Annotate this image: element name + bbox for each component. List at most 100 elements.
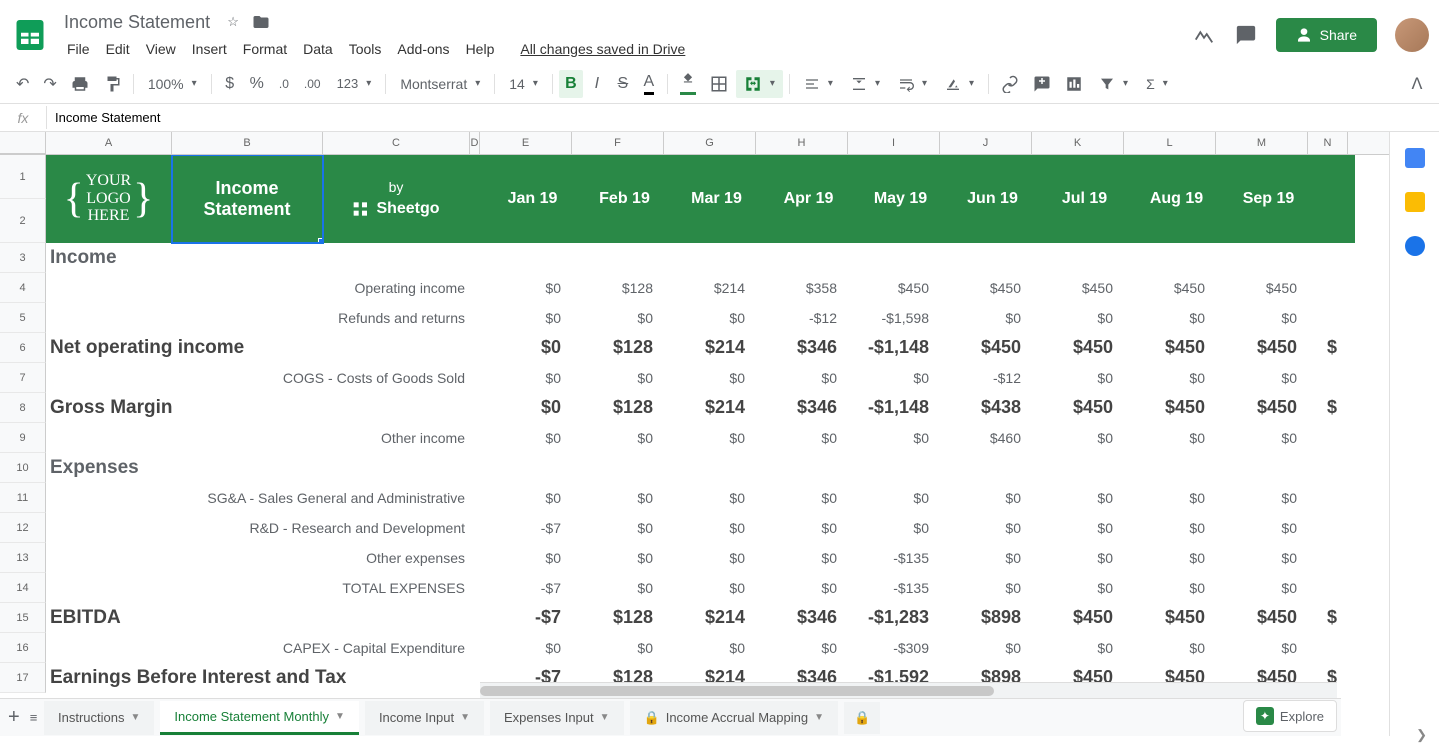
data-cell[interactable]: $0 (1124, 423, 1216, 453)
data-cell[interactable] (1124, 243, 1216, 273)
data-cell[interactable]: $0 (848, 363, 940, 393)
menu-file[interactable]: File (60, 37, 97, 61)
data-cell-overflow[interactable] (1308, 273, 1348, 303)
row-label[interactable]: Expenses (46, 453, 480, 483)
row-label[interactable]: SG&A - Sales General and Administrative (46, 483, 480, 513)
data-cell[interactable]: -$7 (480, 603, 572, 633)
data-cell[interactable]: $0 (664, 423, 756, 453)
data-cell[interactable]: $214 (664, 603, 756, 633)
data-cell[interactable]: $0 (1124, 303, 1216, 333)
undo-icon[interactable]: ↶ (10, 70, 35, 98)
row-label[interactable]: Operating income (46, 273, 480, 303)
cell-month-jun[interactable]: Jun 19 (947, 155, 1039, 243)
cell-income-statement-title[interactable]: Income Statement (172, 155, 323, 243)
data-cell[interactable]: $346 (756, 333, 848, 363)
rotate-button[interactable] (937, 70, 982, 98)
col-header-I[interactable]: I (848, 132, 940, 154)
data-cell[interactable]: $450 (1032, 333, 1124, 363)
decimal-decrease-icon[interactable]: .0 (272, 70, 296, 98)
data-cell[interactable]: $0 (480, 633, 572, 663)
data-cell[interactable]: $214 (664, 273, 756, 303)
data-cell[interactable]: -$12 (940, 363, 1032, 393)
row-header-1[interactable]: 1 (0, 155, 46, 199)
col-header-A[interactable]: A (46, 132, 172, 154)
data-cell[interactable]: $0 (1124, 483, 1216, 513)
text-color-button[interactable]: A (637, 70, 661, 98)
data-cell[interactable]: $438 (940, 393, 1032, 423)
sheet-tab[interactable]: Income Statement Monthly▼ (160, 701, 359, 735)
bold-button[interactable]: B (559, 70, 583, 98)
formula-input[interactable] (46, 106, 1439, 129)
data-cell[interactable]: $0 (480, 393, 572, 423)
data-cell[interactable]: -$1,598 (848, 303, 940, 333)
data-cell-overflow[interactable]: $ (1308, 393, 1348, 423)
data-cell[interactable]: $450 (940, 273, 1032, 303)
data-cell[interactable]: $0 (1124, 363, 1216, 393)
h-align-button[interactable] (796, 70, 841, 98)
row-header-11[interactable]: 11 (0, 483, 46, 513)
print-icon[interactable] (65, 70, 95, 98)
data-cell-overflow[interactable]: $ (1308, 333, 1348, 363)
data-cell[interactable]: $128 (572, 273, 664, 303)
font-size-dropdown[interactable]: 14 (501, 72, 546, 96)
merge-cells-button[interactable] (736, 70, 783, 98)
decimal-increase-icon[interactable]: .00 (298, 70, 327, 98)
data-cell[interactable]: $450 (848, 273, 940, 303)
data-cell[interactable]: $450 (940, 333, 1032, 363)
data-cell[interactable]: -$7 (480, 513, 572, 543)
more-formats-dropdown[interactable]: 123 (329, 72, 380, 95)
data-cell[interactable]: -$7 (480, 573, 572, 603)
data-cell[interactable]: $358 (756, 273, 848, 303)
menu-format[interactable]: Format (236, 37, 294, 61)
data-cell[interactable]: $0 (572, 363, 664, 393)
data-cell[interactable]: $0 (664, 633, 756, 663)
row-header-2[interactable]: 2 (0, 199, 46, 243)
keep-addon-icon[interactable] (1405, 192, 1425, 212)
data-cell[interactable]: $0 (1124, 543, 1216, 573)
fx-icon[interactable]: fx (0, 110, 46, 126)
row-label[interactable]: COGS - Costs of Goods Sold (46, 363, 480, 393)
data-cell[interactable]: $0 (756, 573, 848, 603)
data-cell[interactable] (1032, 243, 1124, 273)
cell-month-may[interactable]: May 19 (855, 155, 947, 243)
data-cell[interactable] (572, 243, 664, 273)
data-cell[interactable]: $0 (1032, 303, 1124, 333)
col-header-J[interactable]: J (940, 132, 1032, 154)
data-cell[interactable]: $0 (756, 483, 848, 513)
data-cell[interactable]: $128 (572, 603, 664, 633)
menu-view[interactable]: View (139, 37, 183, 61)
menu-edit[interactable]: Edit (99, 37, 137, 61)
data-cell[interactable] (1032, 453, 1124, 483)
account-avatar[interactable] (1395, 18, 1429, 52)
row-header-8[interactable]: 8 (0, 393, 46, 423)
data-cell[interactable]: $0 (1216, 423, 1308, 453)
data-cell[interactable]: -$1,283 (848, 603, 940, 633)
italic-button[interactable]: I (585, 70, 609, 98)
strikethrough-button[interactable]: S (611, 70, 635, 98)
data-cell[interactable]: $0 (1032, 633, 1124, 663)
borders-button[interactable] (704, 70, 734, 98)
data-cell[interactable]: $0 (664, 483, 756, 513)
cell-by-sheetgo[interactable]: by Sheetgo (323, 155, 470, 243)
row-header-17[interactable]: 17 (0, 663, 46, 693)
menu-help[interactable]: Help (459, 37, 502, 61)
data-cell[interactable]: $0 (848, 483, 940, 513)
row-header-10[interactable]: 10 (0, 453, 46, 483)
row-label[interactable]: Earnings Before Interest and Tax (46, 663, 480, 693)
collapse-toolbar-icon[interactable]: ᐱ (1405, 70, 1429, 98)
data-cell-overflow[interactable]: $ (1308, 603, 1348, 633)
side-panel-toggle-icon[interactable]: ❯ (1416, 727, 1427, 743)
data-cell[interactable]: $0 (1216, 363, 1308, 393)
data-cell[interactable]: $0 (848, 513, 940, 543)
col-header-G[interactable]: G (664, 132, 756, 154)
sheet-tab[interactable]: Instructions▼ (44, 701, 154, 735)
col-header-H[interactable]: H (756, 132, 848, 154)
data-cell[interactable]: $0 (480, 543, 572, 573)
menu-insert[interactable]: Insert (185, 37, 234, 61)
data-cell[interactable]: $450 (1124, 273, 1216, 303)
row-label[interactable]: Other expenses (46, 543, 480, 573)
wrap-button[interactable] (890, 70, 935, 98)
data-cell-overflow[interactable] (1308, 633, 1348, 663)
data-cell[interactable]: $0 (940, 573, 1032, 603)
data-cell[interactable]: $0 (572, 633, 664, 663)
